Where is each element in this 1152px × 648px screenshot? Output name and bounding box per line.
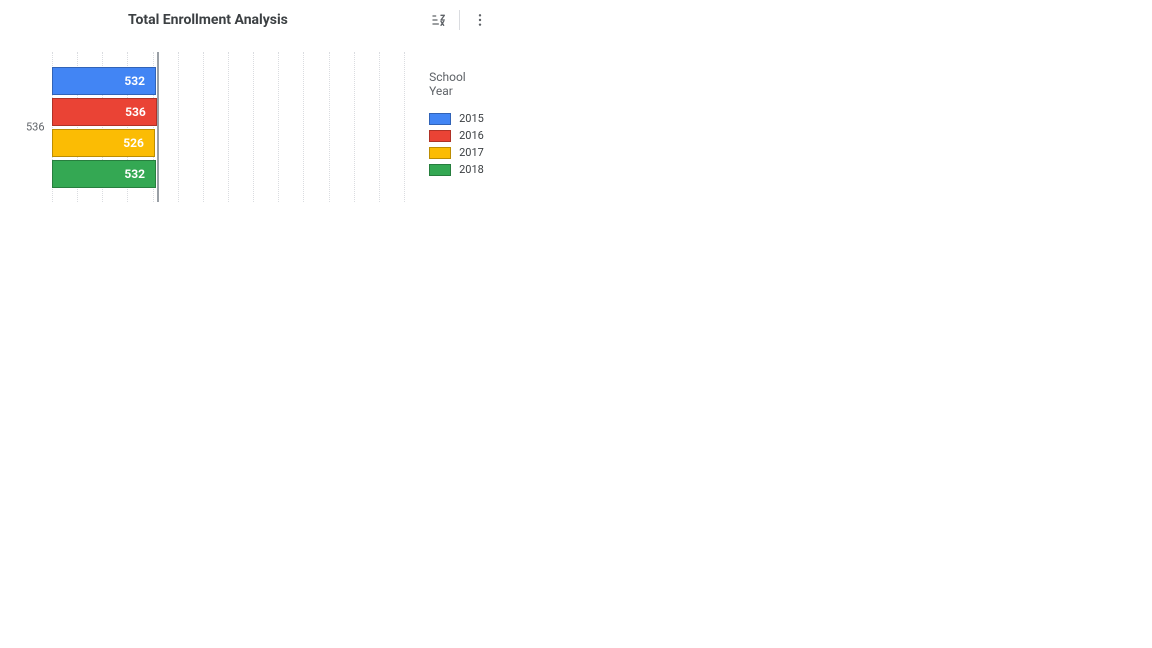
- gridline: [228, 52, 229, 202]
- bar-2017[interactable]: 526: [52, 129, 155, 157]
- more-options-button[interactable]: [468, 8, 492, 32]
- legend-swatch: [429, 164, 451, 176]
- legend-label: 2018: [459, 163, 484, 176]
- legend-item-2015[interactable]: 2015: [429, 112, 492, 125]
- plot-area: 532 536 526 532: [52, 52, 404, 202]
- chart-title: Total Enrollment Analysis: [128, 12, 288, 28]
- value-axis-line: [157, 52, 159, 202]
- divider: [459, 10, 460, 30]
- sort-az-icon: [431, 12, 447, 28]
- bar-value-label: 532: [124, 167, 145, 181]
- bar-value-label: 536: [125, 105, 146, 119]
- chart-card: Total Enrollment Analysis: [0, 0, 500, 220]
- gridline: [404, 52, 405, 202]
- legend-label: 2016: [459, 129, 484, 142]
- legend-swatch: [429, 130, 451, 142]
- legend-item-2017[interactable]: 2017: [429, 146, 492, 159]
- gridline: [178, 52, 179, 202]
- legend-label: 2017: [459, 146, 484, 159]
- bar-2015[interactable]: 532: [52, 67, 156, 95]
- legend-title: School Year: [429, 70, 492, 98]
- legend-swatch: [429, 113, 451, 125]
- bar-2016[interactable]: 536: [52, 98, 157, 126]
- legend-item-2016[interactable]: 2016: [429, 129, 492, 142]
- bar-value-label: 526: [123, 136, 144, 150]
- card-header: Total Enrollment Analysis: [0, 0, 500, 34]
- card-body: 536 532 536 526 532 School Year 2015 2016 201…: [0, 34, 500, 220]
- gridline: [354, 52, 355, 202]
- more-vert-icon: [472, 12, 488, 28]
- gridline: [379, 52, 380, 202]
- legend-item-2018[interactable]: 2018: [429, 163, 492, 176]
- legend-swatch: [429, 147, 451, 159]
- y-axis-tick: 536: [26, 121, 45, 134]
- sort-button[interactable]: [427, 8, 451, 32]
- gridline: [278, 52, 279, 202]
- legend: School Year 2015 2016 2017 2018: [429, 42, 492, 212]
- gridline: [303, 52, 304, 202]
- gridline: [329, 52, 330, 202]
- gridline: [253, 52, 254, 202]
- chart-area: 536 532 536 526 532: [28, 42, 405, 212]
- legend-label: 2015: [459, 112, 484, 125]
- gridline: [203, 52, 204, 202]
- bar-2018[interactable]: 532: [52, 160, 156, 188]
- bar-value-label: 532: [124, 74, 145, 88]
